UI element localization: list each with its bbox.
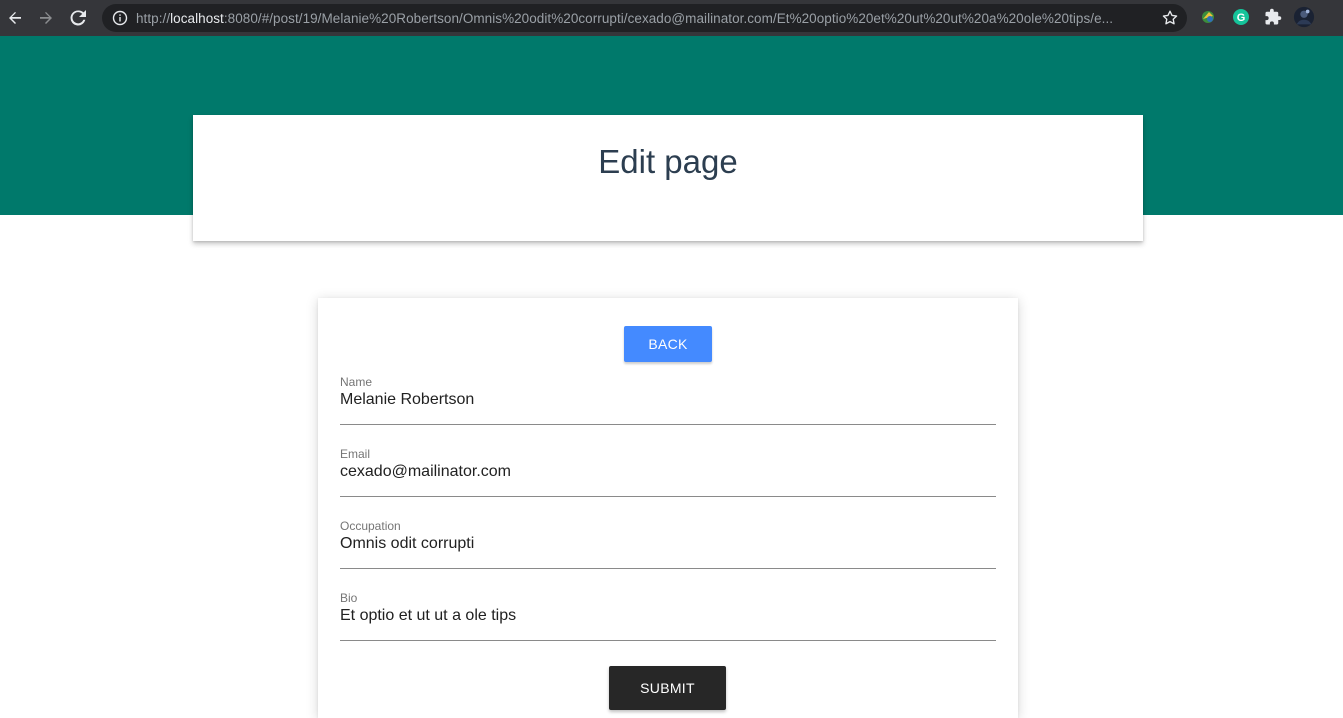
- svg-text:G: G: [1237, 12, 1246, 24]
- extension-icon[interactable]: [1197, 6, 1219, 28]
- bio-field[interactable]: Bio Et optio et ut ut a ole tips: [340, 591, 996, 641]
- grammarly-icon[interactable]: G: [1230, 6, 1252, 28]
- info-icon[interactable]: [112, 10, 128, 26]
- name-label: Name: [340, 375, 373, 389]
- bio-label: Bio: [340, 591, 358, 605]
- url-text: http://localhost:8080/#/post/19/Melanie%…: [136, 10, 1114, 26]
- email-input[interactable]: cexado@mailinator.com: [340, 463, 511, 481]
- name-input[interactable]: Melanie Robertson: [340, 391, 474, 409]
- header-card: Edit page: [193, 115, 1143, 241]
- back-arrow-icon[interactable]: [0, 0, 30, 36]
- name-field[interactable]: Name Melanie Robertson: [340, 375, 996, 425]
- occupation-input[interactable]: Omnis odit corrupti: [340, 535, 474, 553]
- page-title: Edit page: [598, 143, 738, 180]
- reload-icon[interactable]: [63, 0, 93, 36]
- email-field[interactable]: Email cexado@mailinator.com: [340, 447, 996, 497]
- bio-input[interactable]: Et optio et ut ut a ole tips: [340, 607, 516, 625]
- submit-button[interactable]: SUBMIT: [609, 666, 726, 710]
- bio-underline: [340, 640, 996, 641]
- occupation-underline: [340, 568, 996, 569]
- back-button[interactable]: BACK: [624, 326, 712, 362]
- occupation-field[interactable]: Occupation Omnis odit corrupti: [340, 519, 996, 569]
- extensions-puzzle-icon[interactable]: [1262, 6, 1284, 28]
- email-underline: [340, 496, 996, 497]
- browser-toolbar: http://localhost:8080/#/post/19/Melanie%…: [0, 0, 1343, 36]
- email-label: Email: [340, 447, 371, 461]
- edit-form-card: BACK Name Melanie Robertson Email cexado…: [318, 298, 1018, 718]
- bookmark-star-icon[interactable]: [1161, 9, 1179, 27]
- forward-arrow-icon[interactable]: [31, 0, 61, 36]
- occupation-label: Occupation: [340, 519, 401, 533]
- profile-avatar-icon[interactable]: [1293, 6, 1315, 28]
- name-underline: [340, 424, 996, 425]
- address-bar[interactable]: http://localhost:8080/#/post/19/Melanie%…: [102, 4, 1187, 32]
